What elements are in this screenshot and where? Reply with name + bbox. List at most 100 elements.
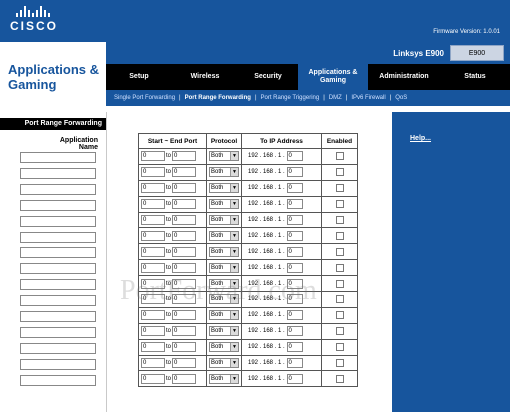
application-name-input[interactable] — [20, 358, 96, 370]
enabled-checkbox[interactable] — [335, 327, 344, 336]
end-port-input[interactable]: 0 — [172, 262, 197, 273]
ip-last-octet-input[interactable]: 0 — [286, 183, 303, 194]
protocol-select[interactable]: Both ▼ — [209, 342, 239, 353]
help-link[interactable]: Help... — [410, 135, 431, 142]
protocol-select[interactable]: Both ▼ — [209, 373, 239, 384]
tab-administration[interactable]: Administration — [368, 64, 440, 90]
protocol-select[interactable]: Both ▼ — [209, 326, 239, 337]
protocol-select[interactable]: Both ▼ — [209, 278, 239, 289]
enabled-checkbox[interactable] — [335, 311, 344, 320]
start-port-input[interactable]: 0 — [141, 342, 165, 353]
protocol-select[interactable]: Both ▼ — [209, 199, 239, 210]
enabled-checkbox[interactable] — [335, 374, 344, 383]
end-port-input[interactable]: 0 — [172, 373, 197, 384]
end-port-input[interactable]: 0 — [172, 167, 197, 178]
ip-last-octet-input[interactable]: 0 — [286, 373, 303, 384]
protocol-select[interactable]: Both ▼ — [209, 294, 239, 305]
tab-security[interactable]: Security — [238, 64, 298, 90]
application-name-input[interactable] — [20, 279, 96, 291]
protocol-select[interactable]: Both ▼ — [209, 358, 239, 369]
tab-setup[interactable]: Setup — [106, 64, 172, 90]
ip-last-octet-input[interactable]: 0 — [286, 246, 303, 257]
tab-status[interactable]: Status — [440, 64, 510, 90]
end-port-input[interactable]: 0 — [172, 230, 197, 241]
end-port-input[interactable]: 0 — [172, 151, 197, 162]
application-name-input[interactable] — [20, 374, 96, 386]
application-name-input[interactable] — [20, 263, 96, 275]
ip-last-octet-input[interactable]: 0 — [286, 326, 303, 337]
end-port-input[interactable]: 0 — [172, 199, 197, 210]
application-name-input[interactable] — [20, 326, 96, 338]
end-port-input[interactable]: 0 — [172, 294, 197, 305]
application-name-input[interactable] — [20, 215, 96, 227]
end-port-input[interactable]: 0 — [172, 278, 197, 289]
ip-last-octet-input[interactable]: 0 — [286, 230, 303, 241]
start-port-input[interactable]: 0 — [141, 183, 165, 194]
tab-applications-gaming[interactable]: Applications & Gaming — [298, 64, 368, 90]
application-name-input[interactable] — [20, 199, 96, 211]
application-name-input[interactable] — [20, 342, 96, 354]
start-port-input[interactable]: 0 — [141, 151, 165, 162]
ip-last-octet-input[interactable]: 0 — [286, 358, 303, 369]
ip-last-octet-input[interactable]: 0 — [286, 167, 303, 178]
end-port-input[interactable]: 0 — [172, 215, 197, 225]
enabled-checkbox[interactable] — [335, 216, 344, 224]
protocol-select[interactable]: Both ▼ — [209, 167, 239, 178]
enabled-checkbox[interactable] — [335, 168, 344, 177]
start-port-input[interactable]: 0 — [141, 215, 165, 225]
start-port-input[interactable]: 0 — [141, 326, 165, 337]
application-name-input[interactable] — [20, 231, 96, 243]
protocol-select[interactable]: Both ▼ — [209, 151, 239, 162]
application-name-input[interactable] — [20, 167, 96, 179]
enabled-checkbox[interactable] — [335, 295, 344, 304]
enabled-checkbox[interactable] — [335, 152, 344, 161]
ip-last-octet-input[interactable]: 0 — [286, 215, 303, 225]
end-port-input[interactable]: 0 — [172, 358, 197, 369]
enabled-checkbox[interactable] — [335, 263, 344, 272]
start-port-input[interactable]: 0 — [141, 167, 165, 178]
application-name-input[interactable] — [20, 152, 96, 163]
protocol-select[interactable]: Both ▼ — [209, 215, 239, 225]
subtab-port-range-forwarding[interactable]: Port Range Forwarding — [185, 95, 251, 101]
tab-wireless[interactable]: Wireless — [172, 64, 238, 90]
application-name-input[interactable] — [20, 183, 96, 195]
end-port-input[interactable]: 0 — [172, 326, 197, 337]
subtab-dmz[interactable]: DMZ — [329, 95, 342, 101]
end-port-input[interactable]: 0 — [172, 183, 197, 194]
enabled-checkbox[interactable] — [335, 359, 344, 368]
start-port-input[interactable]: 0 — [141, 294, 165, 305]
start-port-input[interactable]: 0 — [141, 278, 165, 289]
end-port-input[interactable]: 0 — [172, 310, 197, 321]
protocol-select[interactable]: Both ▼ — [209, 262, 239, 273]
subtab-qos[interactable]: QoS — [395, 95, 407, 101]
start-port-input[interactable]: 0 — [141, 310, 165, 321]
start-port-input[interactable]: 0 — [141, 246, 165, 257]
enabled-checkbox[interactable] — [335, 343, 344, 352]
start-port-input[interactable]: 0 — [141, 262, 165, 273]
start-port-input[interactable]: 0 — [141, 373, 165, 384]
application-name-input[interactable] — [20, 247, 96, 259]
application-name-input[interactable] — [20, 311, 96, 322]
enabled-checkbox[interactable] — [335, 200, 344, 209]
protocol-select[interactable]: Both ▼ — [209, 230, 239, 241]
subtab-port-range-triggering[interactable]: Port Range Triggering — [261, 95, 320, 101]
enabled-checkbox[interactable] — [335, 184, 344, 193]
ip-last-octet-input[interactable]: 0 — [286, 262, 303, 273]
protocol-select[interactable]: Both ▼ — [209, 183, 239, 194]
start-port-input[interactable]: 0 — [141, 230, 165, 241]
protocol-select[interactable]: Both ▼ — [209, 246, 239, 257]
protocol-select[interactable]: Both ▼ — [209, 310, 239, 321]
subtab-single-port-forwarding[interactable]: Single Port Forwarding — [114, 95, 175, 101]
application-name-input[interactable] — [20, 295, 96, 307]
start-port-input[interactable]: 0 — [141, 358, 165, 369]
ip-last-octet-input[interactable]: 0 — [286, 199, 303, 210]
end-port-input[interactable]: 0 — [172, 246, 197, 257]
subtab-ipv6-firewall[interactable]: IPv6 Firewall — [351, 95, 385, 101]
ip-last-octet-input[interactable]: 0 — [286, 294, 303, 305]
ip-last-octet-input[interactable]: 0 — [286, 310, 303, 321]
ip-last-octet-input[interactable]: 0 — [286, 278, 303, 289]
enabled-checkbox[interactable] — [335, 279, 344, 288]
enabled-checkbox[interactable] — [335, 231, 344, 240]
end-port-input[interactable]: 0 — [172, 342, 197, 353]
enabled-checkbox[interactable] — [335, 247, 344, 256]
